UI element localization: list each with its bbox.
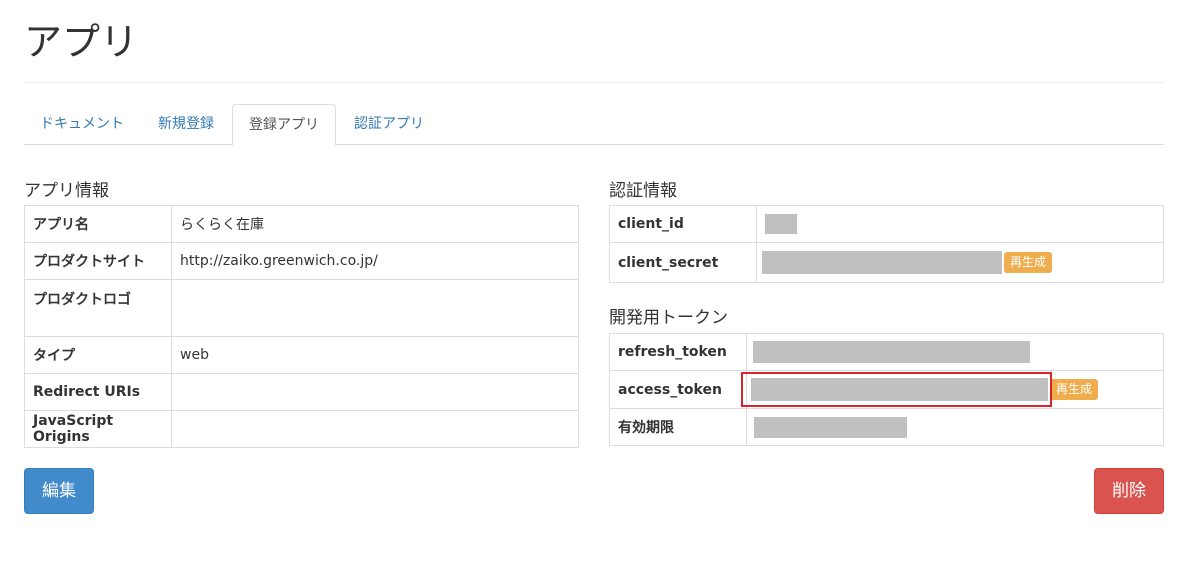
page-title: アプリ [24,20,139,64]
javascript-origins-key: JavaScript Origins [24,410,172,448]
tab-documents[interactable]: ドキュメント [24,104,140,145]
redirect-uris-key: Redirect URIs [24,373,172,411]
edit-button[interactable]: 編集 [24,468,94,514]
regenerate-client-secret-button[interactable]: 再生成 [1004,252,1053,273]
table-row: プロダクトロゴ [24,279,579,337]
tab-registered-apps[interactable]: 登録アプリ [232,104,336,146]
product-logo-value [171,279,579,337]
client-id-value [756,205,1164,243]
table-row: refresh_token [609,333,1164,371]
redacted-client-id [765,214,797,234]
product-site-key: プロダクトサイト [24,242,172,280]
client-id-key: client_id [609,205,757,243]
app-info-table: アプリ名 らくらく在庫 プロダクトサイト http://zaiko.greenw… [24,205,579,448]
type-key: タイプ [24,336,172,374]
app-info-title: アプリ情報 [24,181,109,201]
app-name-key: アプリ名 [24,205,172,243]
tab-new-registration[interactable]: 新規登録 [142,104,230,145]
regenerate-access-token-button[interactable]: 再生成 [1050,379,1099,400]
table-row: タイプ web [24,336,579,374]
table-row: client_secret 再生成 [609,242,1164,283]
javascript-origins-value [171,410,579,448]
title-divider [24,82,1164,83]
app-name-value: らくらく在庫 [171,205,579,243]
refresh-token-key: refresh_token [609,333,747,371]
table-row: プロダクトサイト http://zaiko.greenwich.co.jp/ [24,242,579,280]
tab-authorized-apps[interactable]: 認証アプリ [338,104,440,145]
expiry-key: 有効期限 [609,408,747,446]
auth-info-title: 認証情報 [609,181,677,201]
table-row: アプリ名 らくらく在庫 [24,205,579,243]
access-token-highlight-box [741,372,1052,407]
auth-info-table: client_id client_secret 再生成 [609,205,1164,283]
dev-tokens-title: 開発用トークン [609,308,728,328]
type-value: web [171,336,579,374]
client-secret-value: 再生成 [756,242,1164,283]
product-site-value: http://zaiko.greenwich.co.jp/ [171,242,579,280]
table-row: client_id [609,205,1164,243]
product-logo-key: プロダクトロゴ [24,279,172,337]
delete-button[interactable]: 削除 [1094,468,1164,514]
redacted-refresh-token [753,341,1030,363]
redacted-client-secret [762,251,1002,274]
access-token-key: access_token [609,370,747,409]
redacted-expiry [754,416,907,438]
refresh-token-value [746,333,1164,371]
expiry-value [746,408,1164,446]
redirect-uris-value [171,373,579,411]
client-secret-key: client_secret [609,242,757,283]
table-row: JavaScript Origins [24,410,579,448]
table-row: 有効期限 [609,408,1164,446]
tab-bar: ドキュメント 新規登録 登録アプリ 認証アプリ [24,104,1164,146]
table-row: Redirect URIs [24,373,579,411]
